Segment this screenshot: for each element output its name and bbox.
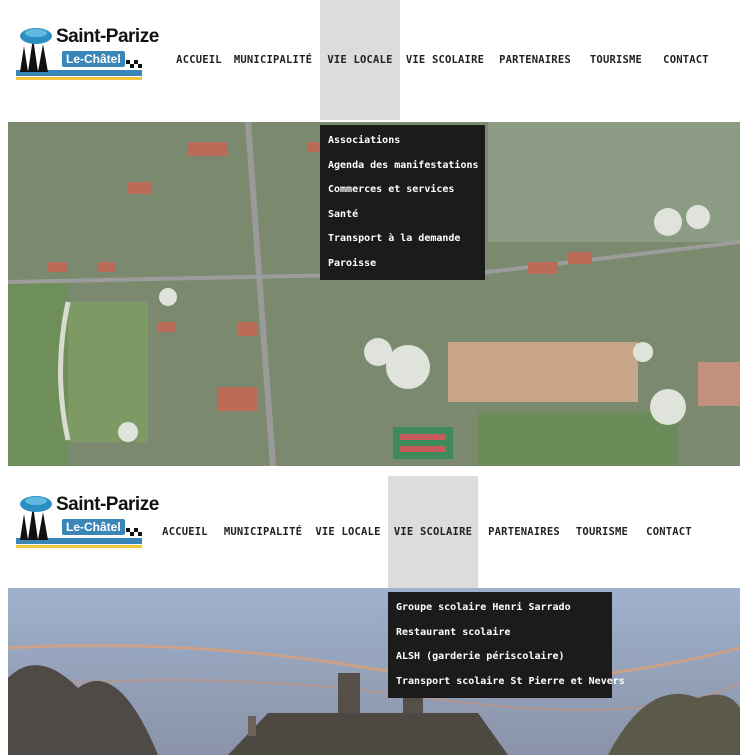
menu-item-groupe-scolaire[interactable]: Groupe scolaire Henri Sarrado <box>396 596 604 621</box>
nav-contact[interactable]: CONTACT <box>656 0 716 120</box>
hero-night-chateau-image <box>8 588 740 755</box>
nav-contact[interactable]: CONTACT <box>640 476 698 588</box>
logo-subtitle: Le-Châtel <box>62 51 125 67</box>
menu-item-commerces[interactable]: Commerces et services <box>328 178 477 203</box>
site-header: Saint-Parize Le-Châtel ACCUEIL MUNICIPAL… <box>0 476 746 588</box>
dropdown-vie-locale: Associations Agenda des manifestations C… <box>320 125 485 280</box>
site-logo[interactable]: Saint-Parize Le-Châtel <box>14 24 159 86</box>
nav-municipalite[interactable]: MUNICIPALITÉ <box>220 476 306 588</box>
menu-item-transport-demande[interactable]: Transport à la demande <box>328 227 477 252</box>
nav-municipalite[interactable]: MUNICIPALITÉ <box>232 0 314 120</box>
logo-subtitle: Le-Châtel <box>62 519 125 535</box>
screenshot-vie-locale: Saint-Parize Le-Châtel ACCUEIL MUNICIPAL… <box>0 0 746 470</box>
logo-title: Saint-Parize <box>56 494 159 515</box>
dropdown-vie-scolaire: Groupe scolaire Henri Sarrado Restaurant… <box>388 592 625 698</box>
menu-item-transport-scolaire[interactable]: Transport scolaire St Pierre et Nevers <box>396 670 625 695</box>
nav-vie-scolaire[interactable]: VIE SCOLAIRE <box>388 476 478 588</box>
menu-item-sante[interactable]: Santé <box>328 203 477 228</box>
nav-vie-locale[interactable]: VIE LOCALE <box>312 476 384 588</box>
menu-item-alsh[interactable]: ALSH (garderie périscolaire) <box>396 645 604 670</box>
nav-accueil[interactable]: ACCUEIL <box>168 0 230 120</box>
logo-title: Saint-Parize <box>56 26 159 47</box>
site-logo[interactable]: Saint-Parize Le-Châtel <box>14 492 159 554</box>
menu-item-associations[interactable]: Associations <box>328 129 477 154</box>
nav-tourisme[interactable]: TOURISME <box>570 476 634 588</box>
nav-partenaires[interactable]: PARTENAIRES <box>494 0 576 120</box>
nav-accueil[interactable]: ACCUEIL <box>156 476 214 588</box>
site-header: Saint-Parize Le-Châtel ACCUEIL MUNICIPAL… <box>0 0 746 120</box>
menu-item-paroisse[interactable]: Paroisse <box>328 252 477 277</box>
menu-item-agenda[interactable]: Agenda des manifestations <box>328 154 479 179</box>
nav-tourisme[interactable]: TOURISME <box>584 0 648 120</box>
nav-partenaires[interactable]: PARTENAIRES <box>482 476 566 588</box>
nav-vie-locale[interactable]: VIE LOCALE <box>320 0 400 120</box>
screenshot-vie-scolaire: Saint-Parize Le-Châtel ACCUEIL MUNICIPAL… <box>0 476 746 755</box>
nav-vie-scolaire[interactable]: VIE SCOLAIRE <box>404 0 486 120</box>
menu-item-restaurant-scolaire[interactable]: Restaurant scolaire <box>396 621 604 646</box>
